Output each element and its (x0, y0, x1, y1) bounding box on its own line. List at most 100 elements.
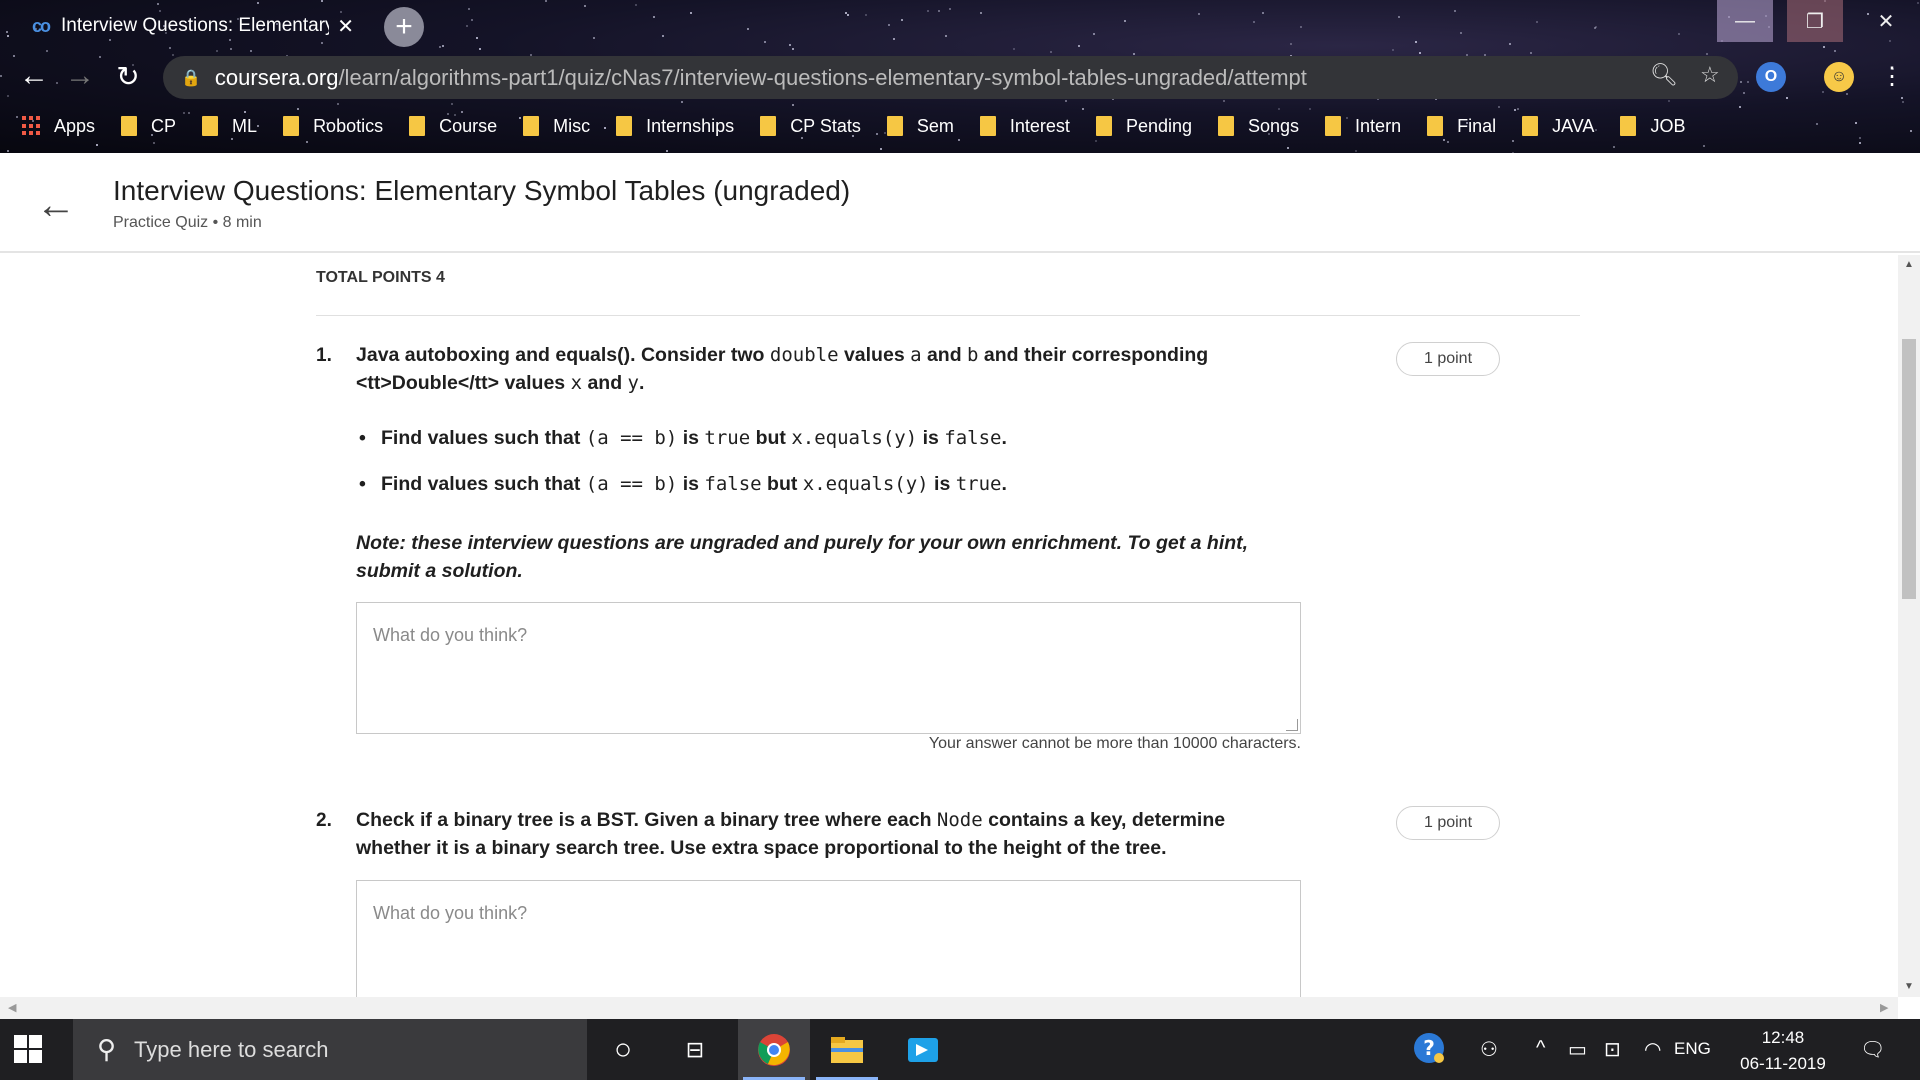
scroll-down-icon[interactable]: ▼ (1904, 981, 1914, 992)
folder-icon (1325, 116, 1342, 136)
zoom-icon[interactable]: 🔍︎ (1650, 62, 1678, 88)
wifi-icon[interactable]: ◠ (1644, 1037, 1661, 1062)
scroll-thumb[interactable] (1902, 339, 1916, 599)
quiz-header: ← Interview Questions: Elementary Symbol… (0, 153, 1920, 253)
bookmark-folder[interactable]: Misc (523, 116, 590, 137)
bookmark-folder[interactable]: Interest (979, 116, 1070, 137)
network-monitor-icon[interactable]: ⊡ (1604, 1037, 1621, 1062)
battery-icon[interactable]: ▭ (1568, 1037, 1587, 1062)
bookmark-label: JOB (1650, 115, 1686, 136)
back-arrow-icon[interactable]: ← (36, 183, 76, 228)
restore-button[interactable]: ❐ (1787, 0, 1843, 42)
bookmark-label: ML (232, 115, 258, 136)
bookmark-label: Final (1457, 115, 1497, 136)
svg-text:?: ? (1423, 1036, 1435, 1060)
profile-avatar-icon[interactable]: ☺ (1824, 62, 1854, 92)
help-icon[interactable]: ? (1412, 1031, 1446, 1071)
browser-chrome: co Interview Questions: Elementary ✕ + —… (0, 0, 1920, 153)
bookmark-label: Internships (646, 115, 735, 136)
question-1-number: 1. (316, 345, 332, 366)
folder-icon (1522, 116, 1539, 136)
horizontal-scrollbar[interactable]: ◀ ▶ (0, 997, 1898, 1019)
remote-app-icon[interactable] (894, 1029, 952, 1071)
page-subtitle: Practice Quiz • 8 min (113, 214, 262, 231)
bookmarks-bar: Apps CP ML Robotics Course Misc Internships CP … (22, 112, 1711, 140)
taskbar-search-box[interactable]: ⚲ Type here to search (73, 1019, 587, 1080)
browser-tab[interactable]: co Interview Questions: Elementary ✕ (20, 6, 366, 46)
bookmark-folder[interactable]: Course (409, 116, 497, 137)
folder-icon (283, 116, 300, 136)
task-view-icon[interactable]: ⊟ (666, 1029, 724, 1071)
bookmark-label: CP (151, 115, 177, 136)
bookmark-folder[interactable]: Robotics (283, 116, 383, 137)
scroll-left-icon[interactable]: ◀ (8, 1001, 16, 1014)
search-icon: ⚲ (97, 1034, 117, 1064)
answer-placeholder: What do you think? (373, 625, 528, 645)
question-1-answer-input[interactable]: What do you think? (356, 602, 1301, 734)
bookmark-folder[interactable]: CP (121, 116, 176, 137)
bookmark-label: Intern (1355, 115, 1402, 136)
forward-nav-icon[interactable]: → (62, 58, 98, 94)
scroll-right-icon[interactable]: ▶ (1880, 1001, 1888, 1014)
folder-icon (979, 116, 996, 136)
bookmark-folder[interactable]: Sem (886, 115, 954, 137)
extension-icon[interactable]: O (1756, 62, 1786, 92)
windows-start-icon[interactable] (14, 1035, 42, 1063)
system-clock[interactable]: 12:48 06-11-2019 (1728, 1025, 1838, 1077)
bookmark-folder[interactable]: JOB (1620, 116, 1685, 137)
clock-time: 12:48 (1761, 1028, 1805, 1047)
question-1-points: 1 point (1396, 342, 1500, 376)
bookmark-label: Sem (916, 115, 954, 136)
question-2-text: Check if a binary tree is a BST. Given a… (356, 809, 1226, 859)
folder-icon (1218, 116, 1234, 136)
question-2-answer-input[interactable]: What do you think? (356, 880, 1301, 997)
back-nav-icon[interactable]: ← (16, 58, 52, 94)
answer-placeholder: What do you think? (373, 903, 528, 923)
folder-icon (523, 116, 540, 136)
page-title: Interview Questions: Elementary Symbol T… (113, 175, 851, 206)
bookmark-folder[interactable]: Internships (616, 116, 734, 137)
scroll-up-icon[interactable]: ▲ (1904, 259, 1914, 270)
total-points: TOTAL POINTS 4 (316, 269, 445, 286)
bookmark-apps[interactable]: Apps (22, 116, 95, 137)
file-explorer-icon[interactable] (818, 1029, 876, 1071)
bookmark-star-icon[interactable]: ☆ (1700, 62, 1720, 88)
bookmark-folder[interactable]: ML (202, 116, 257, 137)
tray-expand-icon[interactable]: ^ (1536, 1037, 1545, 1060)
folder-icon (1427, 116, 1444, 136)
resize-handle-icon[interactable] (1286, 719, 1298, 731)
new-tab-button[interactable]: + (384, 7, 424, 47)
chrome-app-icon[interactable] (745, 1029, 803, 1071)
question-1-text: Java autoboxing and equals(). Consider t… (356, 344, 1209, 394)
bookmark-folder[interactable]: JAVA (1522, 116, 1594, 137)
folder-icon (760, 116, 777, 136)
bookmark-folder[interactable]: Pending (1095, 116, 1192, 137)
question-2-points: 1 point (1396, 806, 1500, 840)
coursera-favicon-icon: co (32, 15, 51, 36)
people-icon[interactable]: ⚇ (1480, 1037, 1498, 1062)
reload-icon[interactable]: ↻ (110, 58, 146, 94)
bookmark-folder[interactable]: Final (1427, 116, 1496, 137)
window-close-button[interactable]: ✕ (1858, 0, 1914, 42)
bookmark-label: Robotics (313, 115, 384, 136)
minimize-button[interactable]: — (1717, 0, 1773, 42)
notifications-icon[interactable]: 🗨︎ (1860, 1037, 1885, 1062)
url-text: coursera.org/learn/algorithms-part1/quiz… (214, 64, 1307, 90)
lock-icon: 🔒 (181, 69, 201, 87)
address-bar[interactable]: 🔒 coursera.org/learn/algorithms-part1/qu… (163, 56, 1738, 99)
folder-icon (616, 116, 633, 136)
clock-date: 06-11-2019 (1740, 1054, 1826, 1073)
bookmark-label: Misc (553, 115, 591, 136)
folder-icon (202, 116, 219, 136)
bookmark-folder[interactable]: Intern (1325, 116, 1401, 137)
cortana-icon[interactable]: ○ (594, 1029, 652, 1071)
bookmark-folder[interactable]: CP Stats (760, 116, 861, 137)
language-indicator[interactable]: ENG (1674, 1039, 1711, 1059)
question-1-note: Note: these interview questions are ungr… (356, 532, 1249, 582)
menu-dots-icon[interactable]: ⋮ (1880, 62, 1904, 91)
folder-icon (1095, 116, 1112, 136)
vertical-scrollbar[interactable]: ▲ ▼ (1898, 255, 1920, 997)
tab-close-icon[interactable]: ✕ (337, 14, 354, 39)
bookmark-label: JAVA (1552, 115, 1595, 136)
bookmark-folder[interactable]: Songs (1218, 116, 1299, 137)
